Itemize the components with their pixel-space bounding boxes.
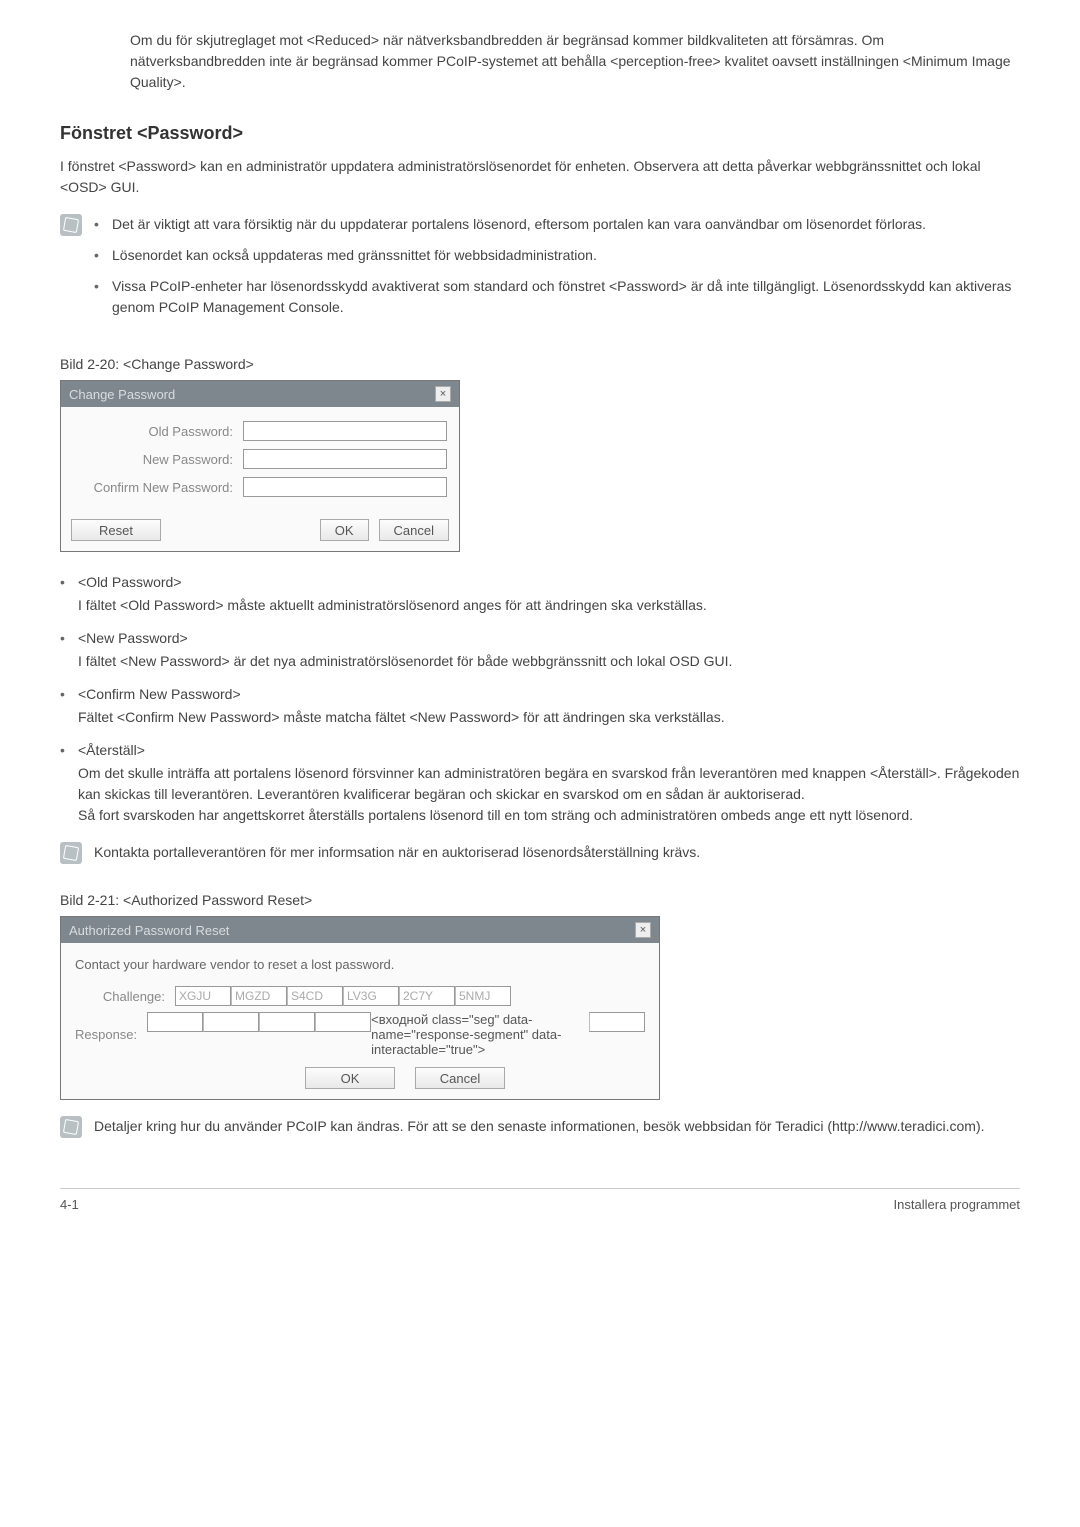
authorized-reset-dialog: Authorized Password Reset × Contact your… [60,916,660,1100]
section-description: I fönstret <Password> kan en administrat… [60,156,1020,198]
footer-title: Installera programmet [894,1197,1020,1212]
note-item: Lösenordet kan också uppdateras med grän… [94,245,1020,266]
response-segment[interactable] [315,1012,371,1032]
cancel-button[interactable]: Cancel [379,519,449,541]
close-icon[interactable]: × [635,922,651,938]
note-text: Detaljer kring hur du använder PCoIP kan… [94,1116,985,1137]
definition-item: <Återställ> Om det skulle inträffa att p… [60,740,1020,826]
intro-paragraph: Om du för skjutreglaget mot <Reduced> nä… [130,30,1020,93]
cancel-button[interactable]: Cancel [415,1067,505,1089]
old-password-input[interactable] [243,421,447,441]
response-label: Response: [75,1027,147,1042]
old-password-label: Old Password: [73,424,243,439]
response-segment[interactable] [259,1012,315,1032]
definition-desc: I fältet <New Password> är det nya admin… [78,651,1020,672]
new-password-input[interactable] [243,449,447,469]
definition-item: <Confirm New Password> Fältet <Confirm N… [60,684,1020,728]
definition-item: <New Password> I fältet <New Password> ä… [60,628,1020,672]
figure-caption: Bild 2-21: <Authorized Password Reset> [60,892,1020,908]
dialog-title-text: Authorized Password Reset [69,923,229,938]
note-icon [60,1116,82,1138]
new-password-label: New Password: [73,452,243,467]
response-segment[interactable] [203,1012,259,1032]
definition-term: <Confirm New Password> [78,684,1020,705]
note-item: Vissa PCoIP-enheter har lösenordsskydd a… [94,276,1020,318]
change-password-dialog: Change Password × Old Password: New Pass… [60,380,460,552]
challenge-segment [231,986,287,1006]
note-text: Kontakta portalleverantören för mer info… [94,842,700,863]
dialog-title-text: Change Password [69,387,175,402]
challenge-segment [175,986,231,1006]
note-icon [60,214,82,236]
ok-button[interactable]: OK [320,519,369,541]
note-item: Det är viktigt att vara försiktig när du… [94,214,1020,235]
confirm-password-input[interactable] [243,477,447,497]
definition-desc: Om det skulle inträffa att portalens lös… [78,763,1020,826]
definitions-list: <Old Password> I fältet <Old Password> m… [60,572,1020,826]
page-number: 4-1 [60,1197,79,1212]
challenge-segment [455,986,511,1006]
definition-item: <Old Password> I fältet <Old Password> m… [60,572,1020,616]
challenge-segment [399,986,455,1006]
response-segment[interactable] [589,1012,645,1032]
confirm-password-label: Confirm New Password: [73,480,243,495]
note-icon [60,842,82,864]
definition-term: <Old Password> [78,572,1020,593]
note-list: Det är viktigt att vara försiktig när du… [94,214,1020,328]
close-icon[interactable]: × [435,386,451,402]
definition-desc: I fältet <Old Password> måste aktuellt a… [78,595,1020,616]
challenge-segment [287,986,343,1006]
definition-term: <Återställ> [78,740,1020,761]
section-heading: Fönstret <Password> [60,123,1020,144]
reset-button[interactable]: Reset [71,519,161,541]
ok-button[interactable]: OK [305,1067,395,1089]
footer-divider [60,1188,1020,1189]
challenge-segment [343,986,399,1006]
definition-term: <New Password> [78,628,1020,649]
challenge-label: Challenge: [75,989,175,1004]
figure-caption: Bild 2-20: <Change Password> [60,356,1020,372]
response-segment[interactable] [147,1012,203,1032]
definition-desc: Fältet <Confirm New Password> måste matc… [78,707,1020,728]
dialog-message: Contact your hardware vendor to reset a … [75,957,645,972]
